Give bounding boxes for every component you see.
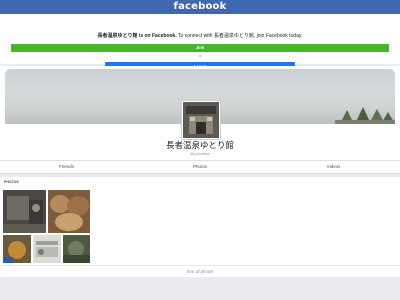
photo-image bbox=[63, 235, 90, 263]
tab-photos[interactable]: Photos bbox=[133, 161, 267, 173]
see-all-photos-link[interactable]: See all photos bbox=[0, 265, 400, 274]
profile-card: 長者温泉ゆとり館 @yutorikan bbox=[0, 66, 400, 174]
photo-thumbnail[interactable] bbox=[48, 190, 90, 233]
banner-message: To connect with 長者温泉ゆとり館, join Facebook … bbox=[176, 33, 303, 39]
join-button[interactable]: Join bbox=[11, 44, 389, 52]
profile-tabs: Friends Photos Videos bbox=[0, 160, 400, 174]
page-title: 長者温泉ゆとり館 bbox=[165, 140, 234, 150]
photo-image bbox=[3, 190, 46, 233]
banner-page-name: 長者温泉ゆとり館 is on Facebook. bbox=[97, 33, 177, 39]
photos-section: PHOTOS See all photos bbox=[0, 177, 400, 277]
facebook-logo[interactable]: facebook bbox=[0, 1, 400, 13]
join-message: 長者温泉ゆとり館 is on Facebook. To connect with… bbox=[20, 32, 380, 39]
tab-videos[interactable]: Videos bbox=[267, 161, 400, 173]
join-banner: 長者温泉ゆとり館 is on Facebook. To connect with… bbox=[0, 14, 400, 71]
tab-friends[interactable]: Friends bbox=[0, 161, 133, 173]
building-image bbox=[183, 102, 219, 138]
photo-thumbnail[interactable] bbox=[33, 235, 61, 263]
photo-thumbnail[interactable] bbox=[63, 235, 90, 263]
photo-image bbox=[33, 235, 61, 263]
trees-image bbox=[335, 107, 395, 124]
photo-image bbox=[48, 190, 90, 233]
or-divider: or bbox=[198, 54, 202, 58]
footer bbox=[0, 280, 400, 300]
photo-image bbox=[3, 235, 31, 263]
top-bar: facebook bbox=[0, 0, 400, 14]
photo-thumbnail[interactable] bbox=[3, 190, 46, 233]
photo-thumbnail[interactable] bbox=[3, 235, 31, 263]
profile-picture[interactable] bbox=[181, 100, 221, 140]
photos-heading: PHOTOS bbox=[4, 180, 19, 184]
page-handle: @yutorikan bbox=[189, 151, 211, 156]
